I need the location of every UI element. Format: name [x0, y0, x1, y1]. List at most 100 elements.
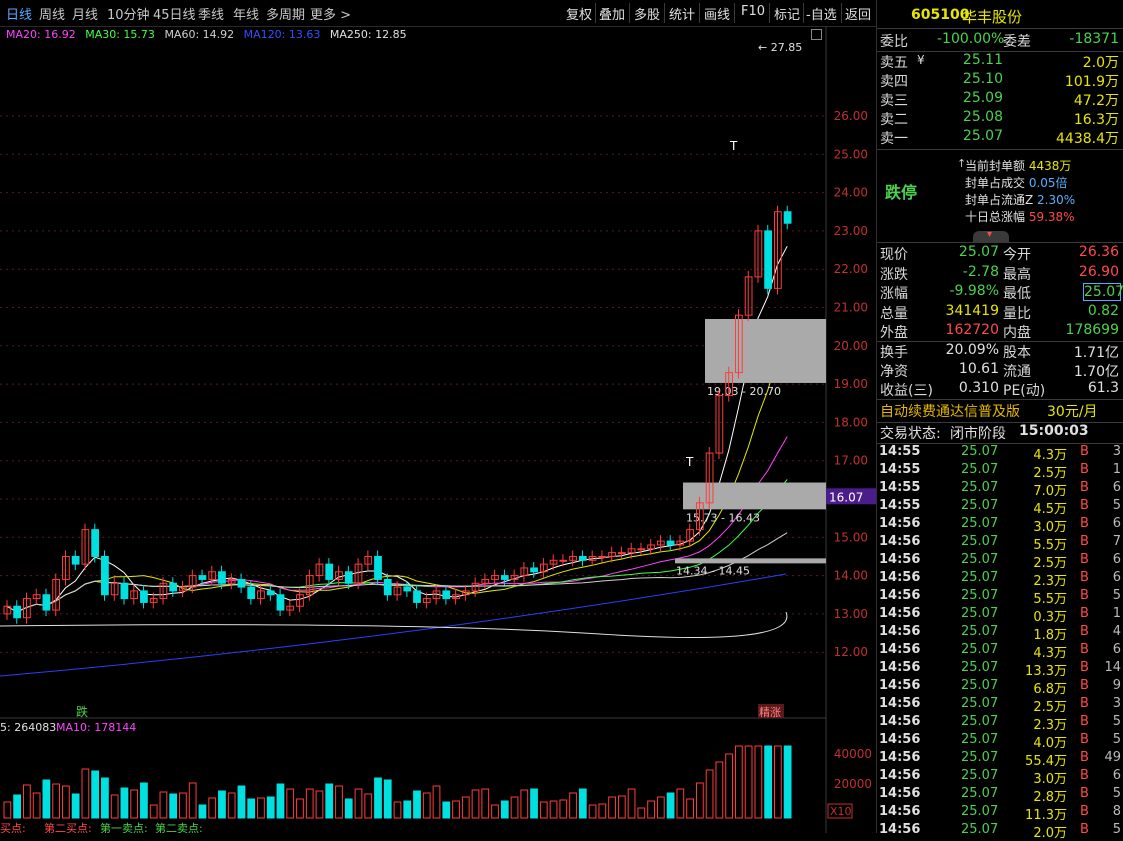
- volume-bar: [520, 789, 529, 819]
- price-tick-label: 20.00: [834, 339, 868, 353]
- sell-level-row[interactable]: 卖二 25.08 16.3万: [877, 109, 1123, 128]
- remove-watchlist-button[interactable]: -自选: [806, 4, 837, 23]
- fuquan-button[interactable]: 复权: [566, 4, 592, 23]
- die-marker: 跌: [76, 704, 88, 719]
- candle: [530, 567, 538, 573]
- volume-bar: [773, 745, 782, 819]
- ma5-line: [6, 245, 788, 613]
- volume-bar: [578, 788, 587, 819]
- candle: [500, 575, 509, 580]
- candle: [413, 590, 421, 603]
- tab-more[interactable]: 更多 >: [310, 4, 351, 23]
- sell-price: 25.09: [962, 90, 1003, 106]
- candle: [442, 590, 451, 600]
- sell-level-row[interactable]: 卖五 25.11 2.0万: [877, 52, 1123, 71]
- volume-bar: [442, 801, 451, 819]
- volume-bar: [159, 791, 168, 819]
- volume-bar: [208, 797, 217, 819]
- gap-zone: [683, 482, 826, 510]
- candle: [276, 594, 285, 611]
- overlay-button[interactable]: 叠加: [599, 4, 625, 23]
- price-tick-label: 15.00: [834, 530, 868, 544]
- volume-bar: [374, 777, 382, 819]
- volume-unit: X10: [830, 805, 852, 818]
- tick-row: 14:56 25.07 6.8万 B 9: [879, 678, 1121, 697]
- seal-info-row: 封单占流通Z 2.30%: [965, 191, 1075, 208]
- tick-row: 14:56 25.07 2.8万 B 5: [879, 786, 1121, 805]
- volume-bar: [734, 745, 743, 819]
- sell-volume: 2.0万: [1082, 55, 1119, 71]
- tab-quarter[interactable]: 季线: [198, 4, 224, 23]
- sell-level-row[interactable]: 卖三 25.09 47.2万: [877, 90, 1123, 109]
- sell-level-label: 卖三: [880, 93, 908, 109]
- tick-row: 14:56 25.07 3.0万 B 6: [879, 516, 1121, 535]
- tab-45day[interactable]: 45日线: [153, 4, 196, 23]
- volume-bar: [686, 798, 694, 819]
- price-tick-label: 14.00: [834, 569, 868, 583]
- seal-info-value: 0.05倍: [1028, 176, 1068, 190]
- collapse-button[interactable]: ▾: [973, 229, 1009, 242]
- price-tick-label: 19.00: [834, 377, 868, 391]
- volume-bar: [413, 790, 421, 819]
- tick-row: 14:56 25.07 4.3万 B 6: [879, 642, 1121, 661]
- volume-bar: [91, 770, 100, 819]
- volume-bar: [364, 793, 373, 819]
- candle: [247, 586, 256, 600]
- volume-bar: [383, 779, 392, 819]
- candle: [237, 578, 246, 588]
- sell-level-row[interactable]: 卖一 25.07 4438.4万: [877, 128, 1123, 147]
- candle: [598, 555, 607, 558]
- gap-zone-label: 14.34 - 14.45: [676, 565, 750, 578]
- volume-bar: [461, 796, 470, 819]
- volume-bar: [266, 796, 275, 819]
- sell-volume: 16.3万: [1073, 112, 1119, 128]
- volume-bar: [335, 785, 343, 819]
- sell-level-row[interactable]: 卖四 25.10 101.9万: [877, 71, 1123, 90]
- tab-multi-period[interactable]: 多周期: [266, 4, 305, 23]
- seal-info-value: 59.38%: [1028, 210, 1075, 224]
- statistics-button[interactable]: 统计: [669, 4, 695, 23]
- draw-line-button[interactable]: 画线: [704, 4, 730, 23]
- sell-price: 25.07: [962, 128, 1003, 144]
- volume-bar: [286, 788, 295, 819]
- tick-row: 14:55 25.07 4.3万 B 3: [879, 444, 1121, 463]
- period-toolbar: 日线 周线 月线 10分钟 45日线 季线 年线 多周期 更多 > 复权 叠加 …: [0, 0, 876, 27]
- sell-volume: 47.2万: [1073, 93, 1119, 109]
- volume-bar: [744, 745, 753, 819]
- f10-button[interactable]: F10: [741, 4, 765, 19]
- signal-label: 第二买点:: [44, 821, 92, 833]
- seal-info-value: 2.30%: [1037, 193, 1076, 207]
- back-button[interactable]: 返回: [845, 4, 871, 23]
- volume-bar: [179, 792, 187, 819]
- volume-bar: [647, 800, 655, 819]
- kline-chart[interactable]: 19.03 - 20.7015.73 - 16.4314.34 - 14.45 …: [0, 26, 876, 833]
- candle: [101, 555, 109, 596]
- sell-volume: 4438.4万: [1056, 131, 1119, 147]
- price-tick-label: 12.00: [834, 645, 868, 659]
- tab-daily[interactable]: 日线: [6, 4, 32, 23]
- candle: [91, 529, 100, 557]
- tick-row: 14:56 25.07 1.8万 B 4: [879, 624, 1121, 643]
- mark-button[interactable]: 标记: [774, 4, 800, 23]
- candle: [559, 559, 568, 562]
- chevron-down-icon: ▾: [987, 229, 993, 240]
- tab-year[interactable]: 年线: [233, 4, 259, 23]
- limit-up-marker: 精涨: [759, 706, 781, 719]
- seal-info-row: 当前封单额 4438万: [965, 157, 1071, 174]
- tab-monthly[interactable]: 月线: [72, 4, 98, 23]
- sell-level-label: 卖五: [880, 55, 908, 71]
- volume-bar: [403, 800, 412, 819]
- volume-bar: [130, 789, 139, 819]
- volume-bar: [452, 800, 460, 819]
- volume-bar: [559, 799, 568, 819]
- volume-bar: [81, 768, 90, 819]
- volume-bar: [325, 783, 334, 819]
- volume-bar: [188, 782, 197, 819]
- tab-10min[interactable]: 10分钟: [107, 4, 150, 23]
- tab-weekly[interactable]: 周线: [39, 4, 65, 23]
- volume-bar: [305, 788, 314, 819]
- ad-banner[interactable]: 自动续费通达信普及版 30元/月: [877, 401, 1123, 421]
- seal-info-value: 4438万: [1028, 159, 1072, 173]
- seal-info-label: 当前封单额: [965, 159, 1029, 173]
- multi-stock-button[interactable]: 多股: [634, 4, 660, 23]
